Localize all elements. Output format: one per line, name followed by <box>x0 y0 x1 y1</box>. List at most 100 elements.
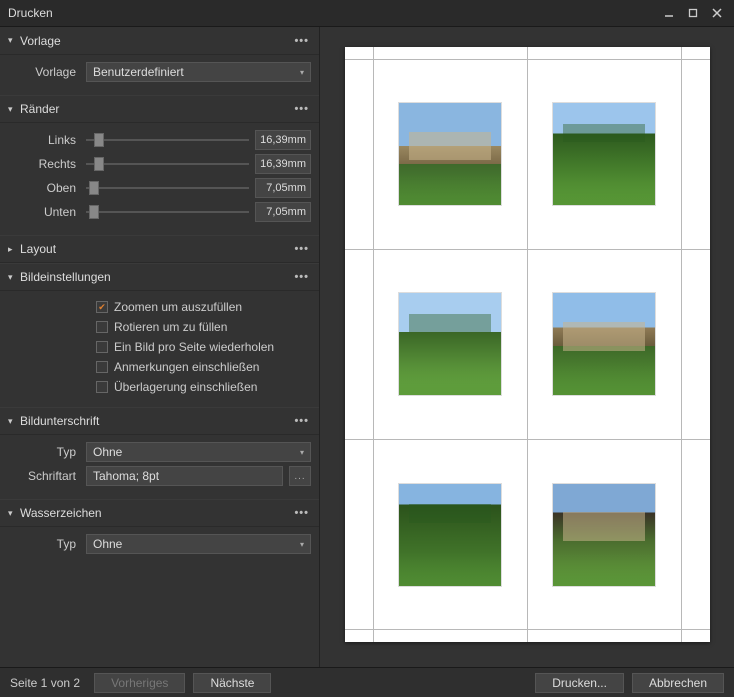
option-rotate-to-fill[interactable]: Rotieren um zu füllen <box>8 317 311 337</box>
preview-pane <box>320 27 734 667</box>
margin-bottom-label: Unten <box>8 205 86 219</box>
thumbnail-image <box>398 102 502 206</box>
main-area: ▾ Vorlage ••• Vorlage Benutzerdefiniert … <box>0 26 734 667</box>
chevron-right-icon: ▸ <box>8 244 20 255</box>
margin-bottom-value[interactable]: 7,05mm <box>255 202 311 222</box>
margin-left-label: Links <box>8 133 86 147</box>
option-zoom-to-fill[interactable]: ✔ Zoomen um auszufüllen <box>8 297 311 317</box>
chevron-down-icon: ▾ <box>8 272 20 283</box>
window-controls <box>658 4 728 22</box>
caption-type-value: Ohne <box>93 445 122 459</box>
section-body-watermark: Typ Ohne ▾ <box>0 527 319 567</box>
thumbnail-image <box>552 483 656 587</box>
watermark-type-select[interactable]: Ohne ▾ <box>86 534 311 554</box>
option-include-annotations[interactable]: Anmerkungen einschließen <box>8 357 311 377</box>
section-header-margins[interactable]: ▾ Ränder ••• <box>0 95 319 123</box>
template-select[interactable]: Benutzerdefiniert ▾ <box>86 62 311 82</box>
margin-right-slider[interactable] <box>86 155 249 173</box>
option-label: Ein Bild pro Seite wiederholen <box>114 340 274 354</box>
footer-bar: Seite 1 von 2 Vorheriges Nächste Drucken… <box>0 667 734 697</box>
section-body-caption: Typ Ohne ▾ Schriftart Tahoma; 8pt ... <box>0 435 319 499</box>
thumbnail-image <box>552 102 656 206</box>
chevron-down-icon: ▾ <box>8 508 20 519</box>
prev-page-button[interactable]: Vorheriges <box>94 673 185 693</box>
margin-left-value[interactable]: 16,39mm <box>255 130 311 150</box>
sidebar-filler <box>0 567 319 667</box>
caption-font-value: Tahoma; 8pt <box>93 469 159 483</box>
thumbnail-cell[interactable] <box>373 440 528 630</box>
option-repeat-one[interactable]: Ein Bild pro Seite wiederholen <box>8 337 311 357</box>
section-menu-icon[interactable]: ••• <box>292 35 311 47</box>
chevron-down-icon: ▾ <box>8 35 20 46</box>
section-header-watermark[interactable]: ▾ Wasserzeichen ••• <box>0 499 319 527</box>
checkbox-icon[interactable] <box>96 361 108 373</box>
window-title: Drucken <box>6 6 658 20</box>
section-body-image-settings: ✔ Zoomen um auszufüllen Rotieren um zu f… <box>0 291 319 407</box>
section-title: Layout <box>20 242 292 256</box>
section-title: Vorlage <box>20 34 292 48</box>
section-menu-icon[interactable]: ••• <box>292 271 311 283</box>
thumbnail-cell[interactable] <box>527 440 682 630</box>
section-title: Ränder <box>20 102 292 116</box>
close-button[interactable] <box>706 4 728 22</box>
section-menu-icon[interactable]: ••• <box>292 507 311 519</box>
page-indicator: Seite 1 von 2 <box>10 676 80 690</box>
checkbox-icon[interactable] <box>96 341 108 353</box>
margin-top-value[interactable]: 7,05mm <box>255 178 311 198</box>
section-menu-icon[interactable]: ••• <box>292 243 311 255</box>
section-header-layout[interactable]: ▸ Layout ••• <box>0 235 319 263</box>
section-header-caption[interactable]: ▾ Bildunterschrift ••• <box>0 407 319 435</box>
caption-font-display: Tahoma; 8pt <box>86 466 283 486</box>
section-menu-icon[interactable]: ••• <box>292 103 311 115</box>
margin-right-value[interactable]: 16,39mm <box>255 154 311 174</box>
chevron-down-icon: ▾ <box>8 416 20 427</box>
section-menu-icon[interactable]: ••• <box>292 415 311 427</box>
margin-top-label: Oben <box>8 181 86 195</box>
thumbnail-cell[interactable] <box>373 249 528 439</box>
checkbox-checked-icon[interactable]: ✔ <box>96 301 108 313</box>
chevron-down-icon: ▾ <box>300 448 304 457</box>
watermark-type-value: Ohne <box>93 537 122 551</box>
section-header-image-settings[interactable]: ▾ Bildeinstellungen ••• <box>0 263 319 291</box>
option-label: Überlagerung einschließen <box>114 380 257 394</box>
section-header-template[interactable]: ▾ Vorlage ••• <box>0 27 319 55</box>
caption-type-select[interactable]: Ohne ▾ <box>86 442 311 462</box>
thumbnail-image <box>398 292 502 396</box>
page-preview <box>345 47 710 642</box>
option-include-overlay[interactable]: Überlagerung einschließen <box>8 377 311 397</box>
thumbnail-cell[interactable] <box>373 59 528 249</box>
minimize-button[interactable] <box>658 4 680 22</box>
settings-sidebar: ▾ Vorlage ••• Vorlage Benutzerdefiniert … <box>0 27 320 667</box>
section-title: Bildeinstellungen <box>20 270 292 284</box>
template-label: Vorlage <box>8 65 86 79</box>
section-title: Wasserzeichen <box>20 506 292 520</box>
cancel-button[interactable]: Abbrechen <box>632 673 724 693</box>
font-browse-button[interactable]: ... <box>289 466 311 486</box>
maximize-button[interactable] <box>682 4 704 22</box>
option-label: Rotieren um zu füllen <box>114 320 227 334</box>
section-body-template: Vorlage Benutzerdefiniert ▾ <box>0 55 319 95</box>
thumbnail-grid <box>373 59 682 630</box>
checkbox-icon[interactable] <box>96 381 108 393</box>
thumbnail-image <box>552 292 656 396</box>
next-page-button[interactable]: Nächste <box>193 673 271 693</box>
section-title: Bildunterschrift <box>20 414 292 428</box>
chevron-down-icon: ▾ <box>8 104 20 115</box>
margin-left-slider[interactable] <box>86 131 249 149</box>
option-label: Zoomen um auszufüllen <box>114 300 242 314</box>
thumbnail-cell[interactable] <box>527 59 682 249</box>
caption-font-label: Schriftart <box>8 469 86 483</box>
titlebar: Drucken <box>0 0 734 26</box>
option-label: Anmerkungen einschließen <box>114 360 259 374</box>
template-select-value: Benutzerdefiniert <box>93 65 184 79</box>
margin-bottom-slider[interactable] <box>86 203 249 221</box>
margin-top-slider[interactable] <box>86 179 249 197</box>
caption-type-label: Typ <box>8 445 86 459</box>
watermark-type-label: Typ <box>8 537 86 551</box>
checkbox-icon[interactable] <box>96 321 108 333</box>
margin-right-label: Rechts <box>8 157 86 171</box>
chevron-down-icon: ▾ <box>300 540 304 549</box>
print-button[interactable]: Drucken... <box>535 673 624 693</box>
thumbnail-cell[interactable] <box>527 249 682 439</box>
section-body-margins: Links 16,39mm Rechts 16,39mm Oben 7,05mm <box>0 123 319 235</box>
